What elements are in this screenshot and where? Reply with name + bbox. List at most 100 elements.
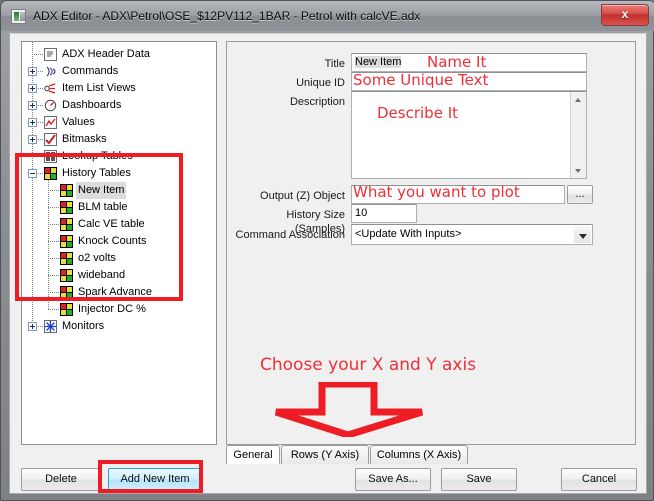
- tree-item-lookup-tables[interactable]: Lookup Tables: [22, 148, 216, 165]
- annotation-what-to-plot: What you want to plot: [353, 183, 520, 201]
- tree-item-injector-dc[interactable]: Injector DC %: [22, 301, 216, 318]
- tree-item-label: Lookup Tables: [62, 150, 133, 162]
- tree-item-blm-table[interactable]: BLM table: [22, 199, 216, 216]
- history-table-icon: [60, 286, 73, 299]
- tree-item-label: New Item: [76, 182, 127, 199]
- tree-item-label: Item List Views: [62, 82, 136, 94]
- expand-icon[interactable]: [28, 67, 37, 76]
- output-object-label: Output (Z) Object: [260, 190, 345, 202]
- tree-item-label: Dashboards: [62, 99, 122, 111]
- history-size-input[interactable]: 10: [351, 204, 417, 223]
- scroll-up-icon[interactable]: [571, 92, 586, 107]
- save-button[interactable]: Save: [441, 468, 517, 491]
- tree-item-new-item[interactable]: New Item: [22, 182, 216, 199]
- command-association-value: <Update With Inputs>: [355, 228, 462, 240]
- tree-item-label: o2 volts: [78, 252, 116, 264]
- cancel-button[interactable]: Cancel: [561, 468, 637, 491]
- collapse-icon[interactable]: [28, 169, 37, 178]
- tree-item-label: Spark Advance: [78, 286, 152, 298]
- tree-item-label: Monitors: [62, 320, 105, 332]
- history-table-icon: [60, 252, 73, 265]
- tree-item-values[interactable]: Values: [22, 114, 216, 131]
- tree-connector-line: [48, 241, 60, 242]
- tree-connector-line: [48, 275, 60, 276]
- lookup-tables-icon: [44, 150, 57, 163]
- tree-item-adx-header-data[interactable]: ADX Header Data: [22, 46, 216, 63]
- client-area: ADX Header Data Commands Item List Views Da…: [9, 33, 647, 494]
- tree-item-monitors[interactable]: Monitors: [22, 318, 216, 335]
- command-association-select[interactable]: <Update With Inputs>: [351, 224, 593, 245]
- expand-icon[interactable]: [28, 322, 37, 331]
- tree-item-label: ADX Header Data: [62, 48, 151, 60]
- tree-connector-line: [48, 207, 60, 208]
- scroll-down-icon[interactable]: [571, 163, 586, 178]
- tree-item-dashboards[interactable]: Dashboards: [22, 97, 216, 114]
- expand-icon[interactable]: [28, 101, 37, 110]
- tree-item-label: Injector DC %: [78, 303, 146, 315]
- close-button[interactable]: x: [601, 4, 649, 26]
- values-icon: [44, 116, 57, 129]
- add-new-item-button[interactable]: Add New Item: [108, 468, 202, 491]
- tree-item-bitmasks[interactable]: Bitmasks: [22, 131, 216, 148]
- history-tables-icon: [44, 167, 57, 180]
- annotation-choose-axis: Choose your X and Y axis: [260, 355, 477, 375]
- tree-connector-line: [32, 54, 44, 55]
- history-size-value: 10: [355, 207, 368, 219]
- tree-item-calc-ve-table[interactable]: Calc VE table: [22, 216, 216, 233]
- chevron-down-icon[interactable]: [574, 226, 591, 243]
- description-scrollbar[interactable]: [570, 92, 586, 178]
- expand-icon[interactable]: [28, 118, 37, 127]
- tree-item-knock-counts[interactable]: Knock Counts: [22, 233, 216, 250]
- tree-item-label: wideband: [78, 269, 126, 281]
- tree-connector-line: [48, 224, 60, 225]
- title-label: Title: [324, 58, 345, 70]
- tree-item-label: History Tables: [62, 167, 131, 179]
- item-list-views-icon: [44, 82, 57, 95]
- tree-item-commands[interactable]: Commands: [22, 63, 216, 80]
- object-tree[interactable]: ADX Header Data Commands Item List Views Da…: [21, 41, 217, 445]
- history-table-icon: [60, 218, 73, 231]
- history-size-label: History Size (Samples): [286, 209, 345, 235]
- annotation-some-unique-text: Some Unique Text: [353, 71, 489, 89]
- save-as-button[interactable]: Save As...: [355, 468, 431, 491]
- tree-connector-line: [48, 258, 60, 259]
- tree-item-label: Bitmasks: [62, 133, 107, 145]
- header-data-icon: [44, 48, 57, 61]
- history-table-icon: [60, 303, 73, 316]
- tree-item-label: Calc VE table: [78, 218, 145, 230]
- expand-icon[interactable]: [28, 84, 37, 93]
- down-arrow-icon: [274, 382, 424, 437]
- bitmasks-icon: [44, 133, 57, 146]
- history-table-icon: [60, 201, 73, 214]
- tree-connector-line: [32, 156, 44, 157]
- history-table-icon: [60, 184, 73, 197]
- annotation-name-it: Name It: [427, 53, 487, 71]
- tree-connector-line: [48, 309, 60, 310]
- annotation-describe-it: Describe It: [377, 104, 458, 122]
- window-title: ADX Editor - ADX\Petrol\OSE_$12PV112_1BA…: [33, 9, 421, 23]
- tree-item-history-tables[interactable]: History Tables: [22, 165, 216, 182]
- description-label: Description: [289, 96, 345, 108]
- tab-rows-y-axis[interactable]: Rows (Y Axis): [281, 445, 369, 464]
- tree-connector-line: [48, 292, 60, 293]
- app-icon: [11, 9, 26, 24]
- title-bar: ADX Editor - ADX\Petrol\OSE_$12PV112_1BA…: [1, 1, 654, 31]
- tree-item-label: Knock Counts: [78, 235, 147, 247]
- tree-item-spark-advance[interactable]: Spark Advance: [22, 284, 216, 301]
- tree-item-wideband[interactable]: wideband: [22, 267, 216, 284]
- tree-item-label: Values: [62, 116, 95, 128]
- tree-item-o2-volts[interactable]: o2 volts: [22, 250, 216, 267]
- history-table-icon: [60, 269, 73, 282]
- delete-button[interactable]: Delete: [21, 468, 101, 491]
- history-table-icon: [60, 235, 73, 248]
- expand-icon[interactable]: [28, 135, 37, 144]
- monitors-icon: [44, 320, 57, 333]
- tree-item-item-list-views[interactable]: Item List Views: [22, 80, 216, 97]
- application-window: ADX Editor - ADX\Petrol\OSE_$12PV112_1BA…: [0, 0, 654, 501]
- output-object-browse-button[interactable]: ...: [567, 185, 593, 204]
- dashboards-icon: [44, 99, 57, 112]
- tab-columns-x-axis[interactable]: Columns (X Axis): [370, 445, 468, 464]
- tree-connector-line: [48, 190, 60, 191]
- tab-general[interactable]: General: [226, 445, 280, 464]
- tree-item-label: Commands: [62, 65, 119, 77]
